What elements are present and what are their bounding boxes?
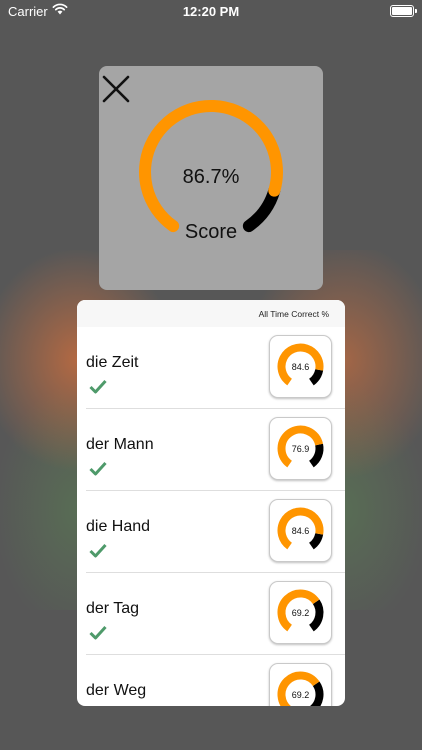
word-label: die Zeit xyxy=(86,354,139,371)
word-row[interactable]: die Zeit 84.6 xyxy=(86,327,345,409)
status-bar: Carrier 12:20 PM xyxy=(0,0,422,22)
close-icon xyxy=(102,75,130,103)
close-button[interactable] xyxy=(99,70,135,106)
word-gauge-value: 76.9 xyxy=(291,444,310,454)
score-value: 86.7% xyxy=(182,166,240,188)
word-label: der Mann xyxy=(86,436,154,453)
word-gauge-value: 69.2 xyxy=(291,608,310,618)
word-gauge-value: 69.2 xyxy=(291,690,310,700)
checkmark-icon xyxy=(89,543,107,558)
word-gauge: 84.6 xyxy=(269,335,332,398)
word-gauge-value: 84.6 xyxy=(291,526,310,536)
checkmark-icon xyxy=(89,379,107,394)
word-gauge-value: 84.6 xyxy=(291,362,310,372)
stats-header: All Time Correct % xyxy=(77,300,345,327)
word-label: der Tag xyxy=(86,600,140,617)
word-gauge: 84.6 xyxy=(269,499,332,562)
checkmark-icon xyxy=(89,461,107,476)
word-gauge: 76.9 xyxy=(269,417,332,480)
word-gauge: 69.2 xyxy=(269,663,332,706)
word-gauge: 69.2 xyxy=(269,581,332,644)
checkmark-icon xyxy=(89,625,107,640)
stats-panel[interactable]: All Time Correct % die Zeit 84.6 der Mann 7… xyxy=(77,300,345,706)
stats-header-label: All Time Correct % xyxy=(258,309,329,319)
word-label: der Weg xyxy=(86,682,147,699)
battery-icon xyxy=(390,5,417,17)
word-row[interactable]: der Weg 69.2 xyxy=(86,655,345,706)
status-time: 12:20 PM xyxy=(182,4,240,19)
score-card: 86.7% Score xyxy=(99,66,323,290)
word-label: die Hand xyxy=(86,518,151,535)
word-row[interactable]: der Tag 69.2 xyxy=(86,573,345,655)
word-row[interactable]: die Hand 84.6 xyxy=(86,491,345,573)
word-row[interactable]: der Mann 76.9 xyxy=(86,409,345,491)
score-label: Score xyxy=(184,221,238,243)
word-list[interactable]: die Zeit 84.6 der Mann 76.9 die Hand 84.6 der … xyxy=(77,327,345,706)
